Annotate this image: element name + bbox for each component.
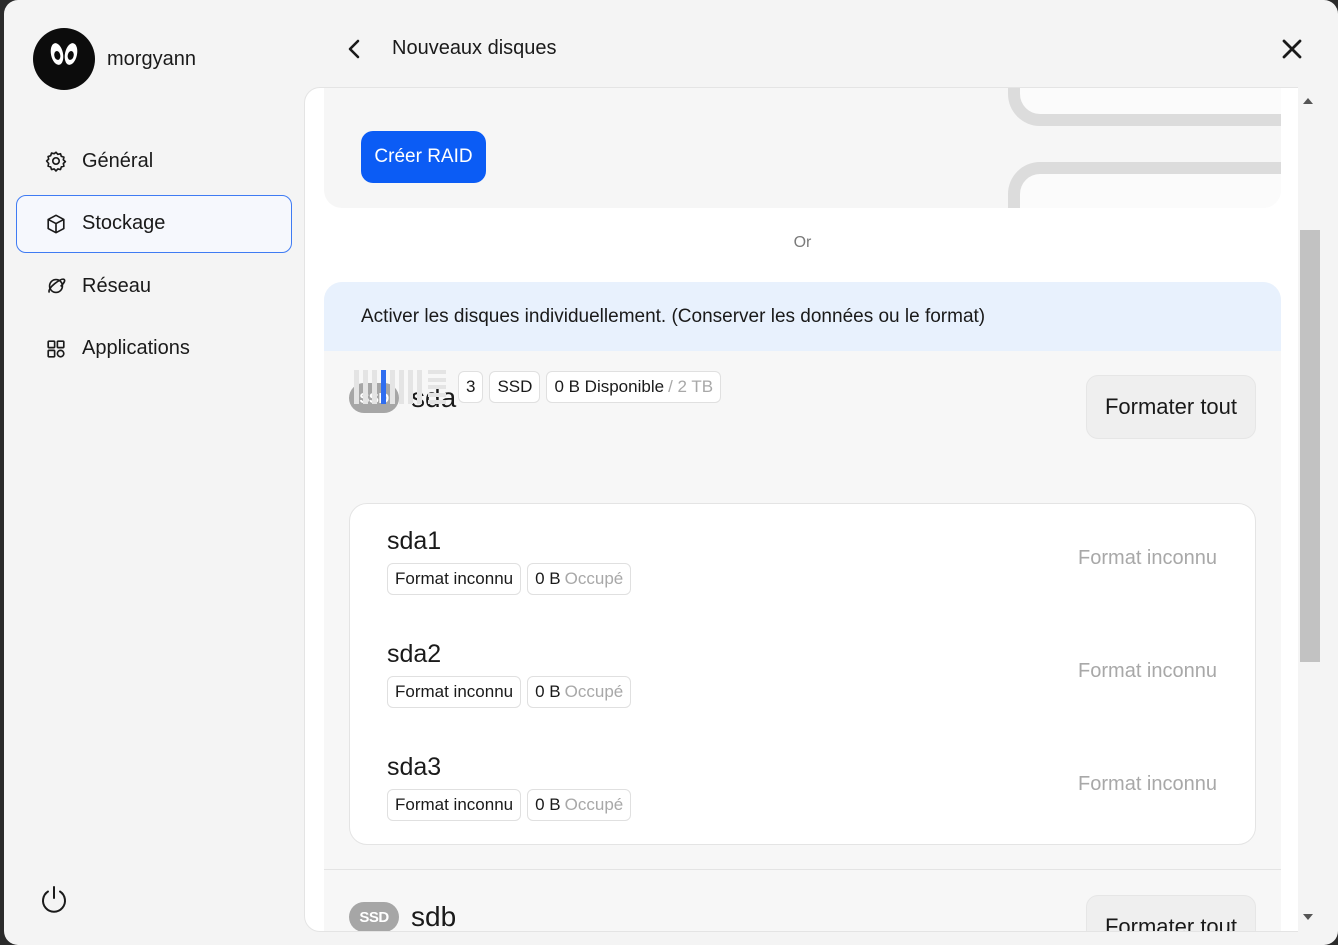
power-icon[interactable] [38,883,70,915]
avatar [33,28,95,90]
close-icon [1282,39,1302,59]
total-label: / 2 TB [668,377,714,396]
user-profile[interactable]: morgyann [33,28,196,90]
list-item: sda1 Format inconnu 0 B Occupé Format in… [387,527,1227,617]
format-tag: Format inconnu [387,563,522,595]
disk-slots-indicator [354,370,446,404]
grid-icon [44,337,68,361]
close-button[interactable] [1279,36,1305,62]
chevron-left-icon [348,39,360,59]
usage-tag: 0 B Occupé [527,789,632,821]
sidebar-item-label: Stockage [82,212,166,234]
format-tag: Format inconnu [387,676,522,708]
planet-icon [44,274,68,298]
usage-label: Occupé [564,569,624,588]
sidebar-item-general[interactable]: Général [16,132,292,190]
disk-meta: 3 SSD 0 B Disponible / 2 TB [354,370,727,404]
partition-status: Format inconnu [1078,660,1217,682]
format-all-button[interactable]: Formater tout [1086,895,1256,931]
content-panel: Créer RAID Or Activer les disques indivi… [304,87,1299,932]
sidebar-item-applications[interactable]: Applications [16,320,292,378]
partition-status: Format inconnu [1078,547,1217,569]
disk-name: sdb [411,901,457,932]
sidebar-item-label: Applications [82,337,190,359]
usage-tag: 0 B Occupé [527,676,632,708]
box-icon [44,212,68,236]
disk-type-tag: SSD [489,371,541,403]
sidebar-item-storage[interactable]: Stockage [16,194,292,253]
raid-illustration [1008,88,1281,126]
usage-size: 0 B [535,569,561,588]
partition-name: sda3 [387,753,442,781]
raid-card: Créer RAID [324,88,1281,208]
usage-label: Occupé [564,682,624,701]
or-separator: Or [793,234,812,251]
disk-header: SSD sdb [349,901,457,932]
create-raid-button[interactable]: Créer RAID [361,131,486,183]
slot-count-tag: 3 [458,371,484,403]
gear-icon [44,149,68,173]
settings-window: morgyann Général Stockage Réseau Applica… [4,0,1338,945]
divider [324,869,1281,870]
individual-disks-section: Activer les disques individuellement. (C… [324,282,1281,932]
sidebar-item-label: Réseau [82,274,151,297]
scroll-up-icon[interactable] [1303,98,1313,104]
usage-label: Occupé [564,795,624,814]
usage-tag: 0 B Occupé [527,563,632,595]
sidebar-nav: Général Stockage Réseau Applications [16,132,292,382]
scrollbar[interactable] [1298,87,1322,932]
capacity-tag: 0 B Disponible / 2 TB [546,371,722,403]
sidebar-item-network[interactable]: Réseau [16,257,292,315]
username: morgyann [107,47,196,70]
usage-size: 0 B [535,795,561,814]
page-title: Nouveaux disques [392,37,557,59]
format-all-button[interactable]: Formater tout [1086,375,1256,439]
back-button[interactable] [342,36,366,62]
partition-name: sda2 [387,640,442,668]
usage-size: 0 B [535,682,561,701]
raid-illustration [1008,162,1281,208]
available-label: 0 B Disponible [554,377,665,396]
section-heading: Activer les disques individuellement. (C… [324,282,1281,351]
sidebar-item-label: Général [82,149,154,172]
scroll-down-icon[interactable] [1303,914,1313,920]
partition-name: sda1 [387,527,442,555]
format-tag: Format inconnu [387,789,522,821]
scrollbar-thumb[interactable] [1300,230,1320,662]
partition-status: Format inconnu [1078,773,1217,795]
list-item: sda2 Format inconnu 0 B Occupé Format in… [387,640,1227,730]
ssd-badge: SSD [349,902,399,931]
sidebar: morgyann Général Stockage Réseau Applica… [4,0,304,945]
partition-list: sda1 Format inconnu 0 B Occupé Format in… [349,503,1256,845]
list-item: sda3 Format inconnu 0 B Occupé Format in… [387,753,1227,843]
